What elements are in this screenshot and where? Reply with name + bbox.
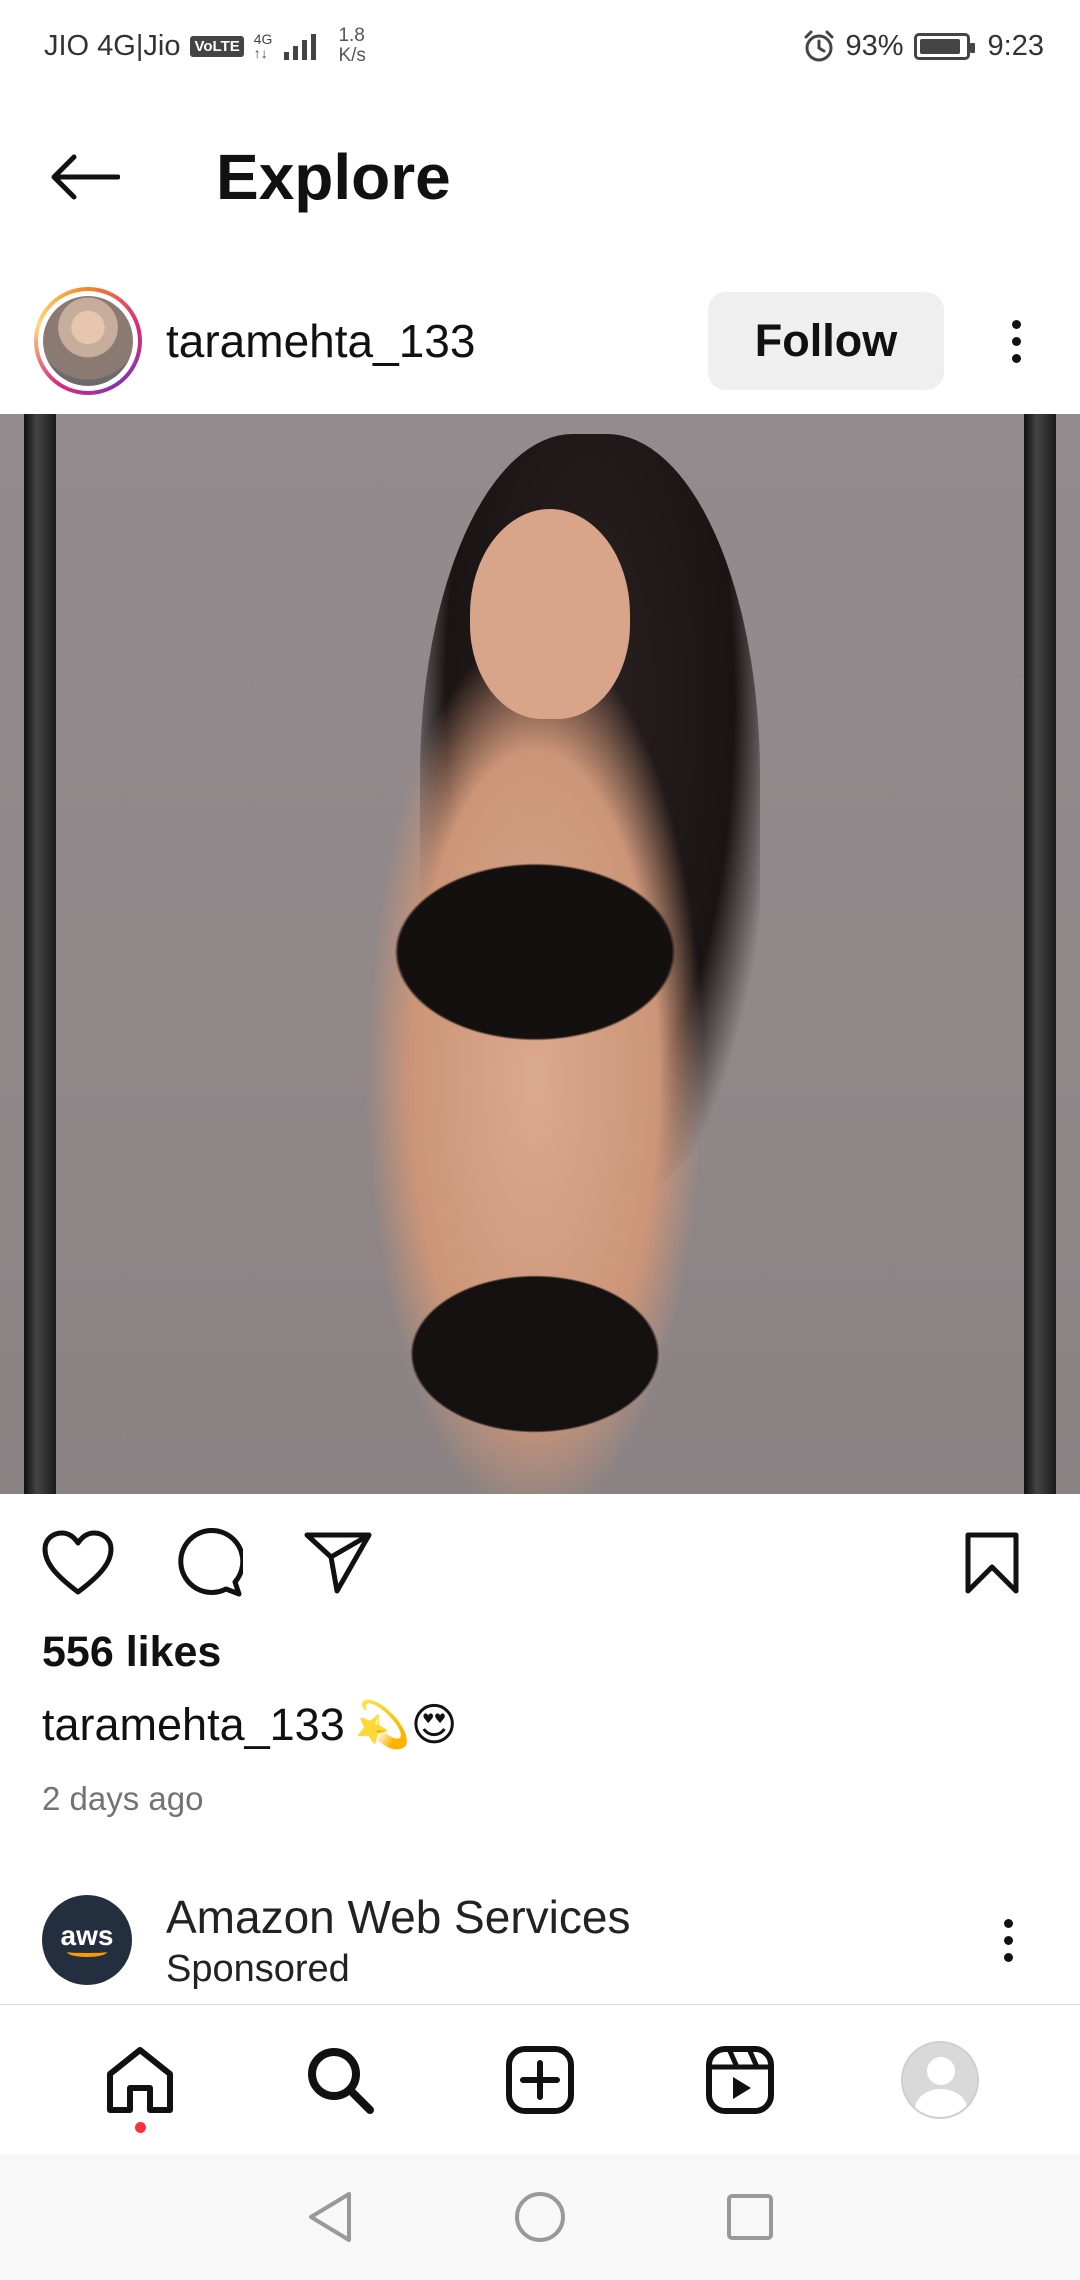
search-icon [308,2047,374,2114]
more-dot [1003,1935,1013,1945]
post-actions [0,1508,1080,1618]
post-image[interactable] [0,414,1080,1494]
reels-icon [706,2045,774,2114]
pole-left [24,414,56,1494]
follow-button[interactable]: Follow [708,292,944,390]
plus-square-icon [506,2045,574,2114]
nav-home[interactable] [95,2035,185,2133]
square-recents-icon [727,2194,773,2240]
post-timestamp: 2 days ago [42,1780,204,1817]
triangle-back-icon [309,2192,351,2242]
aws-smile-icon [67,1947,107,1957]
post-more-button[interactable] [986,292,1046,390]
signal-icon [284,34,317,60]
story-avatar[interactable] [34,287,142,395]
network-type: 4G ↑↓ [254,32,273,60]
sponsored-label: Sponsored [166,1947,350,1990]
bottom-nav [0,2004,1080,2154]
figure-face [470,509,630,719]
network-activity-arrows: ↑↓ [253,45,268,61]
system-recents-button[interactable] [720,2187,780,2247]
aws-logo-text: aws [60,1920,114,1951]
battery-icon [913,32,975,60]
post-caption: taramehta_133 💫😍 [42,1698,458,1751]
sponsored-more-button[interactable] [978,1891,1038,1989]
system-home-button[interactable] [510,2187,570,2247]
sponsored-post-header: aws Amazon Web Services Sponsored [0,1880,1080,2000]
arrow-left-icon [51,154,120,200]
status-right: 93% 9:23 [802,29,1044,63]
clock: 9:23 [987,29,1044,62]
network-type-label: 4G [253,31,273,47]
caption-username[interactable]: taramehta_133 [42,1699,345,1751]
post-username[interactable]: taramehta_133 [166,314,708,368]
like-button[interactable] [40,1525,116,1601]
more-dot [1011,336,1021,346]
volte-badge: VoLTE [190,35,244,57]
sponsored-text: Amazon Web Services Sponsored [166,1890,936,1991]
status-bar: JIO 4G|Jio VoLTE 4G ↑↓ 1.8 K/s 93% 9:23 [0,0,1080,92]
alarm-icon [804,30,833,62]
share-button[interactable] [300,1525,376,1601]
comment-button[interactable] [170,1525,246,1601]
heart-icon [42,1530,114,1595]
network-speed-value: 1.8 [338,25,365,46]
send-icon [304,1532,372,1594]
avatar-image [43,296,133,386]
pole-right [1024,414,1056,1494]
avatar-frame [38,291,138,391]
bookmark-icon [965,1532,1019,1594]
more-dot [1003,1918,1013,1928]
nav-reels[interactable] [695,2035,785,2125]
sponsor-name[interactable]: Amazon Web Services [166,1890,936,1944]
comment-icon [178,1528,243,1597]
system-back-button[interactable] [300,2187,360,2247]
network-speed-unit: K/s [338,45,366,66]
save-button[interactable] [954,1525,1030,1601]
nav-profile[interactable] [895,2035,985,2125]
circle-home-icon [515,2192,565,2242]
caption-emoji: 💫😍 [354,1699,458,1750]
figure-outfit [345,844,725,1444]
nav-create[interactable] [495,2035,585,2125]
back-button[interactable] [44,137,124,217]
notification-dot [135,2121,146,2133]
more-dot [1011,353,1021,363]
battery-fill [919,38,961,54]
status-left: JIO 4G|Jio VoLTE 4G ↑↓ 1.8 K/s [44,26,366,66]
avatar-icon [901,2040,979,2119]
battery-percent: 93% [845,29,904,62]
home-icon [107,2046,173,2113]
likes-count[interactable]: 556 likes [42,1628,221,1677]
more-dot [1003,1952,1013,1962]
nav-search[interactable] [295,2035,385,2125]
aws-logo[interactable]: aws [42,1895,132,1985]
page-title: Explore [216,141,451,213]
post-header: taramehta_133 Follow [0,270,1080,412]
network-speed: 1.8 K/s [338,26,365,66]
carrier-label: JIO 4G|Jio [44,29,181,62]
page-header: Explore [0,92,1080,262]
system-nav-bar [0,2154,1080,2280]
more-dot [1011,319,1021,329]
